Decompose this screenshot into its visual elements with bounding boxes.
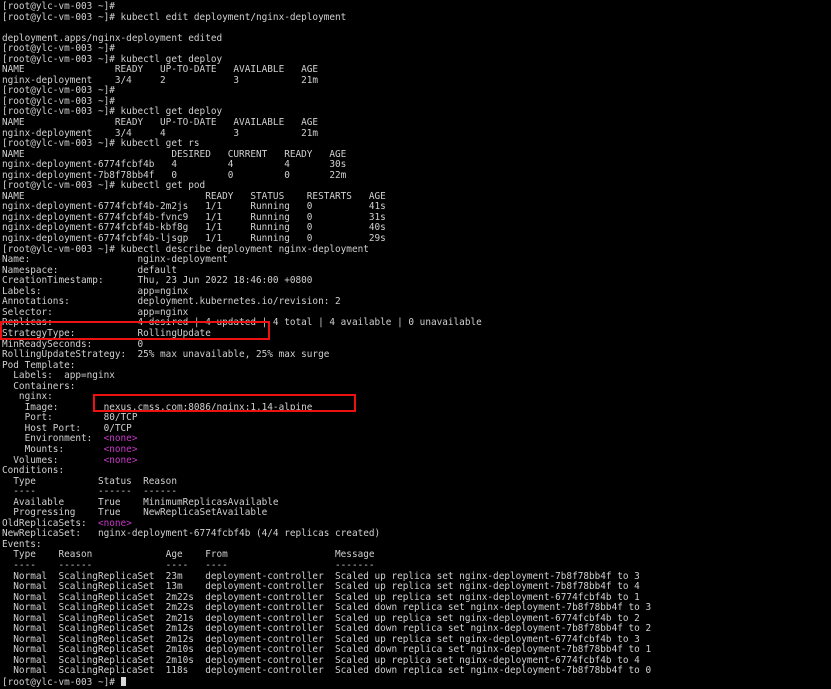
terminal-line: NAME READY UP-TO-DATE AVAILABLE AGE bbox=[2, 117, 319, 129]
none-value: <none> bbox=[97, 517, 132, 529]
terminal-line: RollingUpdateStrategy: 25% max unavailab… bbox=[2, 349, 330, 361]
terminal-line: Volumes: <none> bbox=[2, 454, 138, 466]
terminal-cursor bbox=[120, 677, 127, 686]
terminal-window[interactable]: [root@ylc-vm-003 ~]# [root@ylc-vm-003 ~]#… bbox=[0, 0, 831, 688]
terminal-line: Normal ScalingReplicaSet 118s deployment… bbox=[2, 665, 652, 677]
terminal-line: Pod Template: bbox=[2, 359, 76, 371]
terminal-output: [root@ylc-vm-003 ~]# [root@ylc-vm-003 ~]#… bbox=[2, 1, 831, 687]
none-value: <none> bbox=[103, 454, 138, 466]
terminal-line: ---- ------ ---- ---- ------- bbox=[2, 559, 375, 571]
terminal-line: [root@ylc-vm-003 ~]# bbox=[2, 85, 115, 97]
terminal-line: Containers: bbox=[2, 380, 76, 392]
none-value: <none> bbox=[103, 433, 138, 445]
terminal-line: Labels: app=nginx bbox=[2, 370, 115, 382]
none-value: <none> bbox=[103, 443, 138, 455]
terminal-line: [root@ylc-vm-003 ~]# bbox=[2, 1, 115, 12]
terminal-line: deployment.apps/nginx-deployment edited bbox=[2, 32, 223, 44]
terminal-line: nginx-deployment 3/4 2 3 21m bbox=[2, 74, 319, 86]
terminal-line: StrategyType: RollingUpdate bbox=[2, 327, 211, 339]
terminal-line: nginx-deployment-6774fcbf4b-ljsgp 1/1 Ru… bbox=[2, 233, 386, 245]
terminal-line: NewReplicaSet: nginx-deployment-6774fcbf… bbox=[2, 528, 381, 540]
terminal-line: [root@ylc-vm-003 ~]# kubectl edit deploy… bbox=[2, 11, 347, 23]
